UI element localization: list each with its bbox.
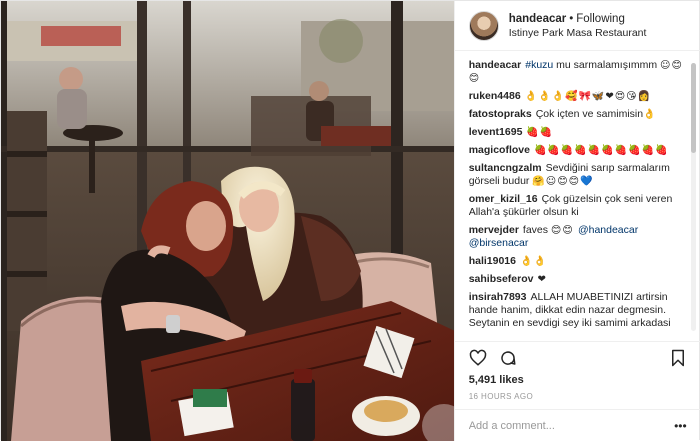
emoji-text: 🍓🍓🍓🍓🍓🍓🍓🍓🍓🍓	[533, 145, 669, 156]
comment-item: handeacar #kuzu mu sarmalamışımmm ☺😊😊	[469, 59, 691, 85]
comment-item: levent1695 🍓🍓	[469, 126, 691, 139]
actions-bar	[454, 341, 700, 371]
scrollbar-thumb[interactable]	[691, 63, 696, 153]
comment-text: Çok içten ve samimisin	[535, 108, 644, 120]
location-link[interactable]: Istinye Park Masa Restaurant	[509, 26, 647, 40]
comment-username[interactable]: levent1695	[469, 126, 523, 138]
mention-link[interactable]: @handeacar	[578, 224, 638, 236]
comment-username[interactable]: handeacar	[469, 59, 522, 71]
emoji-text: 👌	[643, 109, 657, 120]
comment-username[interactable]: hali19016	[469, 255, 516, 267]
bookmark-icon[interactable]	[669, 349, 687, 367]
add-comment-bar: •••	[454, 409, 700, 441]
comment-username[interactable]: sahibseferov	[469, 273, 534, 285]
comment-item: hali19016 👌👌	[469, 255, 691, 268]
comment-username[interactable]: fatostopraks	[469, 108, 532, 120]
comment-username[interactable]: magicoflove	[469, 144, 530, 156]
instagram-post: handeacar • Following Istinye Park Masa Re…	[0, 0, 700, 441]
follow-status-button[interactable]: Following	[576, 13, 625, 25]
comment-item: insirah7893 ALLAH MUABETINIZI artirsin ha…	[469, 291, 691, 330]
like-count[interactable]: 5,491 likes	[469, 374, 524, 386]
post-header: handeacar • Following Istinye Park Masa Re…	[454, 1, 700, 51]
mention-link[interactable]: #kuzu	[525, 59, 553, 71]
comment-username[interactable]: sultancngzalm	[469, 162, 542, 174]
heart-icon[interactable]	[469, 349, 487, 367]
comment-item: sahibseferov ❤	[469, 273, 691, 286]
emoji-text: ❤	[537, 274, 547, 285]
photo-illustration	[1, 1, 454, 441]
separator-dot: •	[569, 12, 574, 25]
comment-username[interactable]: ruken4486	[469, 90, 521, 102]
emoji-text: 👌👌	[520, 256, 547, 267]
comment-username[interactable]: omer_kizil_16	[469, 193, 538, 205]
post-side-panel: handeacar • Following Istinye Park Masa Re…	[453, 1, 700, 441]
comment-item: fatostopraks Çok içten ve samimisin👌	[469, 108, 691, 121]
avatar[interactable]	[468, 10, 499, 41]
comment-item: omer_kizil_16 Çok güzelsin çok seni veren…	[469, 193, 691, 219]
comment-item: ruken4486 👌👌👌🥰🎀🦋❤😍😘👩	[469, 90, 691, 103]
more-options-button[interactable]: •••	[674, 419, 687, 433]
comment-item: mervejder faves 😊😊 @handeacar @birsenacar	[469, 224, 691, 250]
comment-username[interactable]: insirah7893	[469, 291, 527, 303]
emoji-text: 👌👌👌🥰🎀🦋❤😍😘👩	[524, 91, 652, 102]
emoji-text: 🍓🍓	[526, 127, 554, 138]
mention-link[interactable]: @birsenacar	[469, 237, 529, 249]
comment-item: magicoflove 🍓🍓🍓🍓🍓🍓🍓🍓🍓🍓	[469, 144, 691, 157]
comments-scrollbar[interactable]	[691, 63, 696, 331]
author-username[interactable]: handeacar	[509, 13, 567, 25]
post-photo[interactable]	[1, 1, 454, 441]
comments-list: handeacar #kuzu mu sarmalamışımmm ☺😊😊 ruke…	[469, 59, 691, 339]
comment-text: faves	[522, 224, 551, 236]
comment-input[interactable]	[468, 419, 669, 432]
emoji-text: 🤗☺😊😊💙	[532, 176, 594, 187]
post-timestamp: 16 HOURS AGO	[468, 392, 534, 401]
comment-item: sultancngzalm Sevdiğini sarıp sarmalarım …	[469, 162, 691, 188]
comment-username[interactable]: mervejder	[469, 224, 519, 236]
comment-bubble-icon[interactable]	[499, 349, 517, 367]
header-text: handeacar • Following Istinye Park Masa Re…	[509, 12, 647, 40]
header-top-line: handeacar • Following	[509, 12, 647, 26]
emoji-text: 😊😊	[550, 225, 578, 236]
comment-text: mu sarmalamışımmm	[553, 59, 661, 71]
